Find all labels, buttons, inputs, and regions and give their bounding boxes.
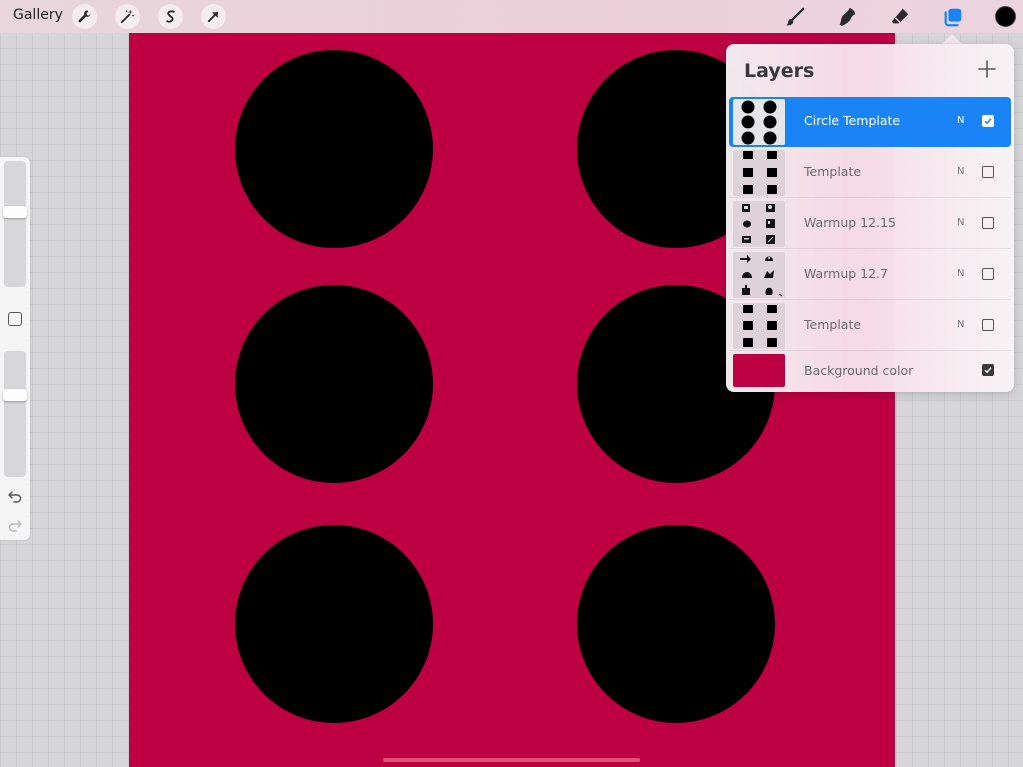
smudge-icon: [839, 7, 856, 27]
transform-button[interactable]: [201, 4, 226, 29]
layer-thumbnail: [733, 201, 785, 247]
brush-size-slider[interactable]: [4, 161, 26, 287]
layer-row-template[interactable]: Template N: [729, 301, 1011, 351]
background-color-swatch[interactable]: [733, 354, 785, 387]
adjustments-wand-button[interactable]: [115, 4, 140, 29]
layer-name: Background color: [804, 363, 914, 378]
transform-arrow-icon: [207, 11, 219, 23]
layer-visibility-checkbox[interactable]: [982, 166, 994, 178]
layer-name: Warmup 12.7: [804, 266, 888, 281]
selection-icon: [166, 10, 175, 23]
actions-wrench-button[interactable]: [72, 4, 97, 29]
layer-name: Circle Template: [804, 113, 901, 128]
layer-name: Template: [804, 317, 862, 332]
layer-thumbnail: [733, 252, 785, 298]
checkmark-icon: [984, 118, 992, 125]
layer-name: Template: [804, 164, 862, 179]
top-toolbar: Gallery: [0, 0, 1023, 33]
opacity-slider[interactable]: [4, 351, 26, 477]
layer-thumbnail: [733, 150, 785, 196]
layer-thumbnail: [733, 303, 785, 349]
layers-panel-title: Layers: [744, 60, 815, 82]
blend-mode-button[interactable]: N: [957, 115, 964, 126]
plus-icon[interactable]: [976, 58, 998, 80]
layer-row-template[interactable]: Template N: [729, 148, 1011, 198]
layers-panel: Layers Circle Template N Template N Warm…: [726, 44, 1014, 392]
layer-row-warmup-12-15[interactable]: Warmup 12.15 N: [729, 199, 1011, 249]
brush-size-thumb[interactable]: [3, 206, 27, 218]
eraser-tool[interactable]: [887, 4, 913, 30]
selection-button[interactable]: [158, 4, 183, 29]
checkmark-icon: [984, 367, 992, 374]
magic-wand-icon: [120, 9, 134, 24]
gallery-button[interactable]: Gallery: [13, 7, 63, 23]
background-visibility-checkbox[interactable]: [982, 364, 994, 376]
eraser-icon: [891, 8, 909, 24]
canvas-circle: [577, 525, 775, 723]
layer-thumbnail: [733, 99, 785, 145]
blend-mode-button[interactable]: N: [957, 217, 964, 228]
redo-icon[interactable]: [7, 517, 23, 533]
layers-tool[interactable]: [940, 4, 966, 30]
modify-square-icon[interactable]: [8, 312, 22, 326]
left-sidebar: [0, 157, 30, 540]
canvas-circle: [235, 525, 433, 723]
layer-row-background-color[interactable]: Background color: [729, 352, 1011, 392]
home-indicator[interactable]: [383, 758, 640, 762]
layer-visibility-checkbox[interactable]: [982, 217, 994, 229]
blend-mode-button[interactable]: N: [957, 319, 964, 330]
layer-name: Warmup 12.15: [804, 215, 896, 230]
layer-row-warmup-12-7[interactable]: Warmup 12.7 N: [729, 250, 1011, 300]
canvas-circle: [235, 50, 433, 248]
opacity-thumb[interactable]: [3, 389, 27, 401]
blend-mode-button[interactable]: N: [957, 268, 964, 279]
undo-icon[interactable]: [7, 488, 23, 504]
layer-visibility-checkbox[interactable]: [982, 268, 994, 280]
layer-visibility-checkbox[interactable]: [982, 115, 994, 127]
brush-tool[interactable]: [782, 4, 808, 30]
layer-visibility-checkbox[interactable]: [982, 319, 994, 331]
brush-icon: [786, 7, 805, 26]
wrench-icon: [78, 10, 91, 23]
blend-mode-button[interactable]: N: [957, 166, 964, 177]
smudge-tool[interactable]: [834, 4, 860, 30]
layer-row-circle-template[interactable]: Circle Template N: [729, 97, 1011, 147]
canvas-circle: [235, 285, 433, 483]
color-picker-button[interactable]: [995, 6, 1016, 27]
layers-icon: [944, 8, 962, 27]
